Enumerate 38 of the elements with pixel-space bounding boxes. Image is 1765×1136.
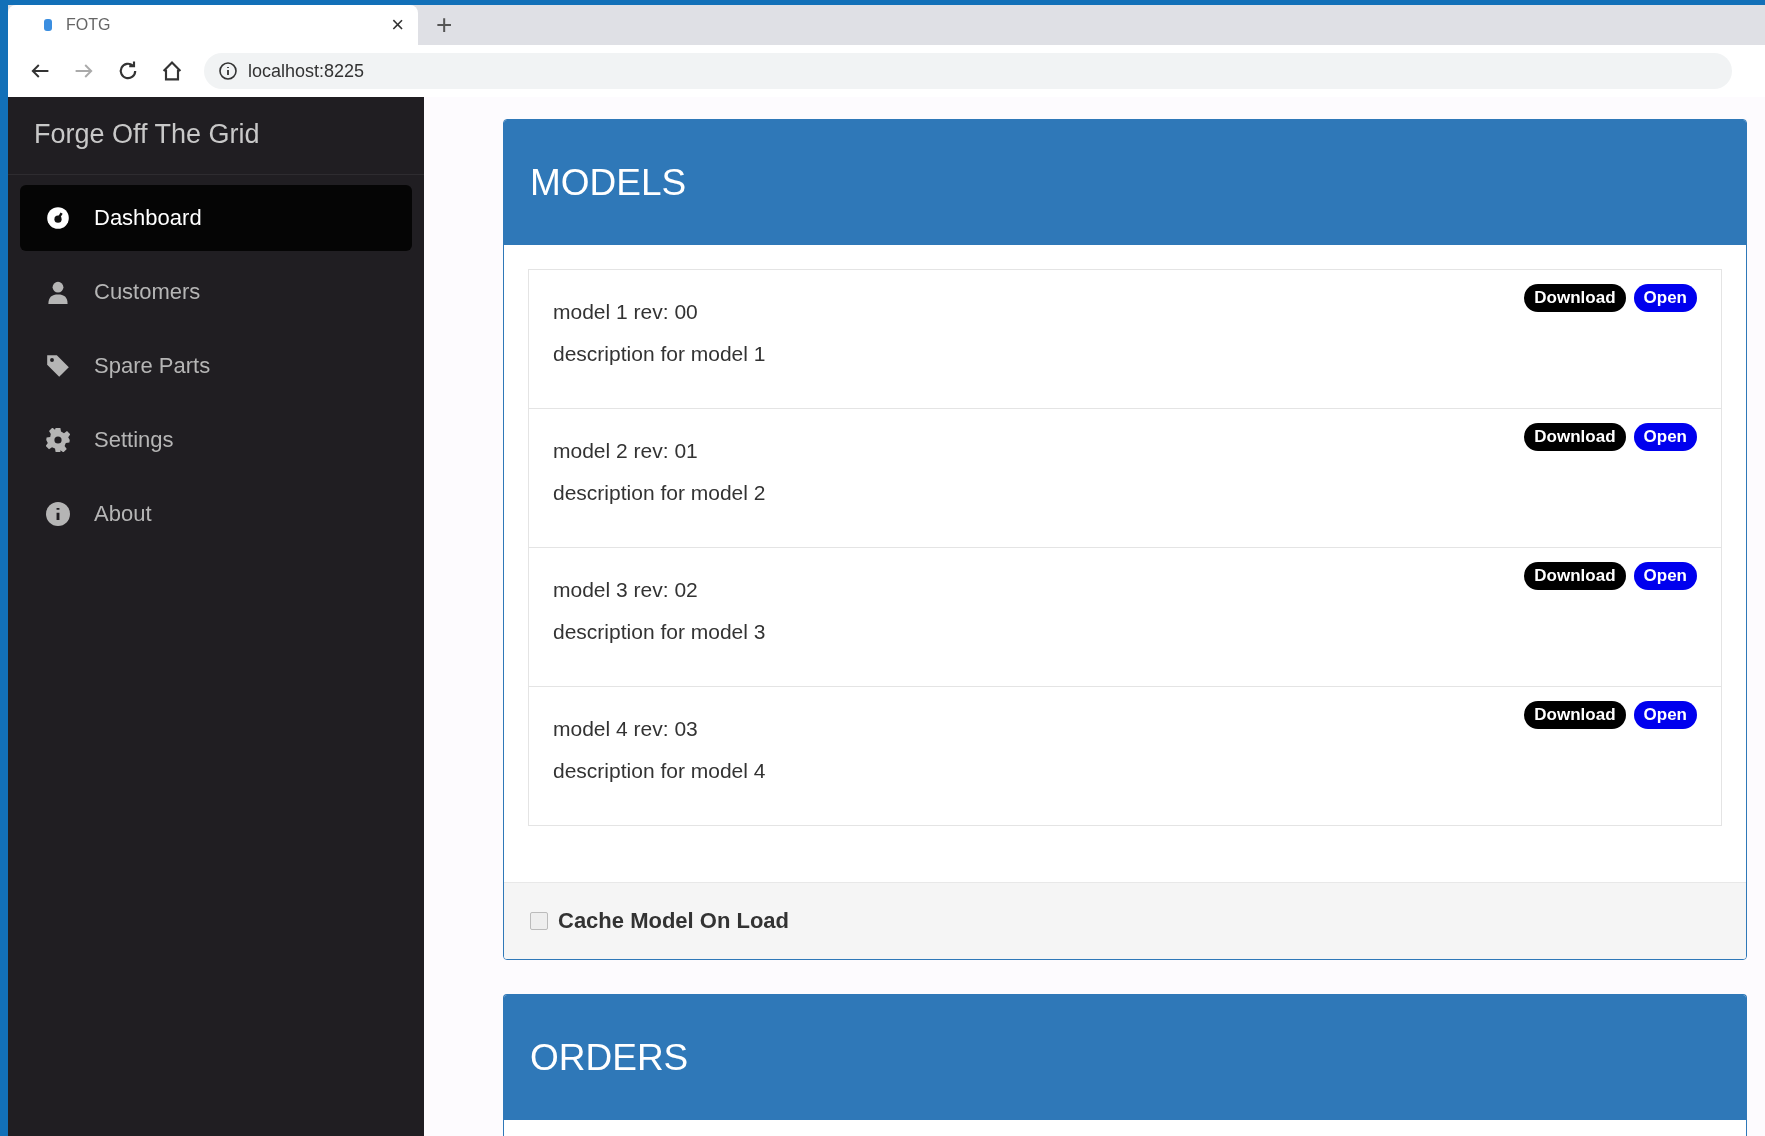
dashboard-icon <box>46 206 70 230</box>
model-name: model 3 rev: 02 <box>553 578 699 602</box>
open-button[interactable]: Open <box>1633 562 1697 590</box>
info-icon <box>218 61 238 81</box>
sidebar-item[interactable]: Spare Parts <box>20 333 412 399</box>
download-button[interactable]: Download <box>1524 284 1626 312</box>
sidebar-item[interactable]: Settings <box>20 407 412 473</box>
sidebar-item[interactable]: Dashboard <box>20 185 412 251</box>
checkbox-label: Cache Model On Load <box>558 908 790 934</box>
close-tab-button[interactable]: × <box>391 12 404 38</box>
download-button[interactable]: Download <box>1524 562 1626 590</box>
download-button[interactable]: Download <box>1524 701 1626 729</box>
model-name: model 1 rev: 00 <box>553 300 699 324</box>
open-button[interactable]: Open <box>1633 284 1697 312</box>
model-description: description for model 3 <box>553 620 766 644</box>
tag-icon <box>46 354 70 378</box>
address-bar[interactable]: localhost:8225 <box>204 53 1732 89</box>
open-button[interactable]: Open <box>1633 701 1697 729</box>
model-description: description for model 2 <box>553 481 766 505</box>
gear-icon <box>46 428 70 452</box>
info-icon <box>46 502 70 526</box>
open-button[interactable]: Open <box>1633 423 1697 451</box>
sidebar-item[interactable]: About <box>20 481 412 547</box>
download-button[interactable]: Download <box>1524 423 1626 451</box>
browser-tab[interactable]: FOTG × <box>8 5 418 45</box>
model-description: description for model 4 <box>553 759 766 783</box>
tab-title: FOTG <box>66 16 112 34</box>
sidebar-item[interactable]: Customers <box>20 259 412 325</box>
model-name: model 2 rev: 01 <box>553 439 699 463</box>
home-icon[interactable] <box>160 59 184 83</box>
model-name: model 4 rev: 03 <box>553 717 699 741</box>
new-tab-button[interactable]: + <box>418 5 471 45</box>
page-icon <box>44 19 52 31</box>
model-description: description for model 1 <box>553 342 766 366</box>
checkbox[interactable] <box>530 912 548 930</box>
panel-title: MODELS <box>530 161 687 204</box>
panel-title: ORDERS <box>530 1036 689 1079</box>
user-icon <box>46 280 70 304</box>
